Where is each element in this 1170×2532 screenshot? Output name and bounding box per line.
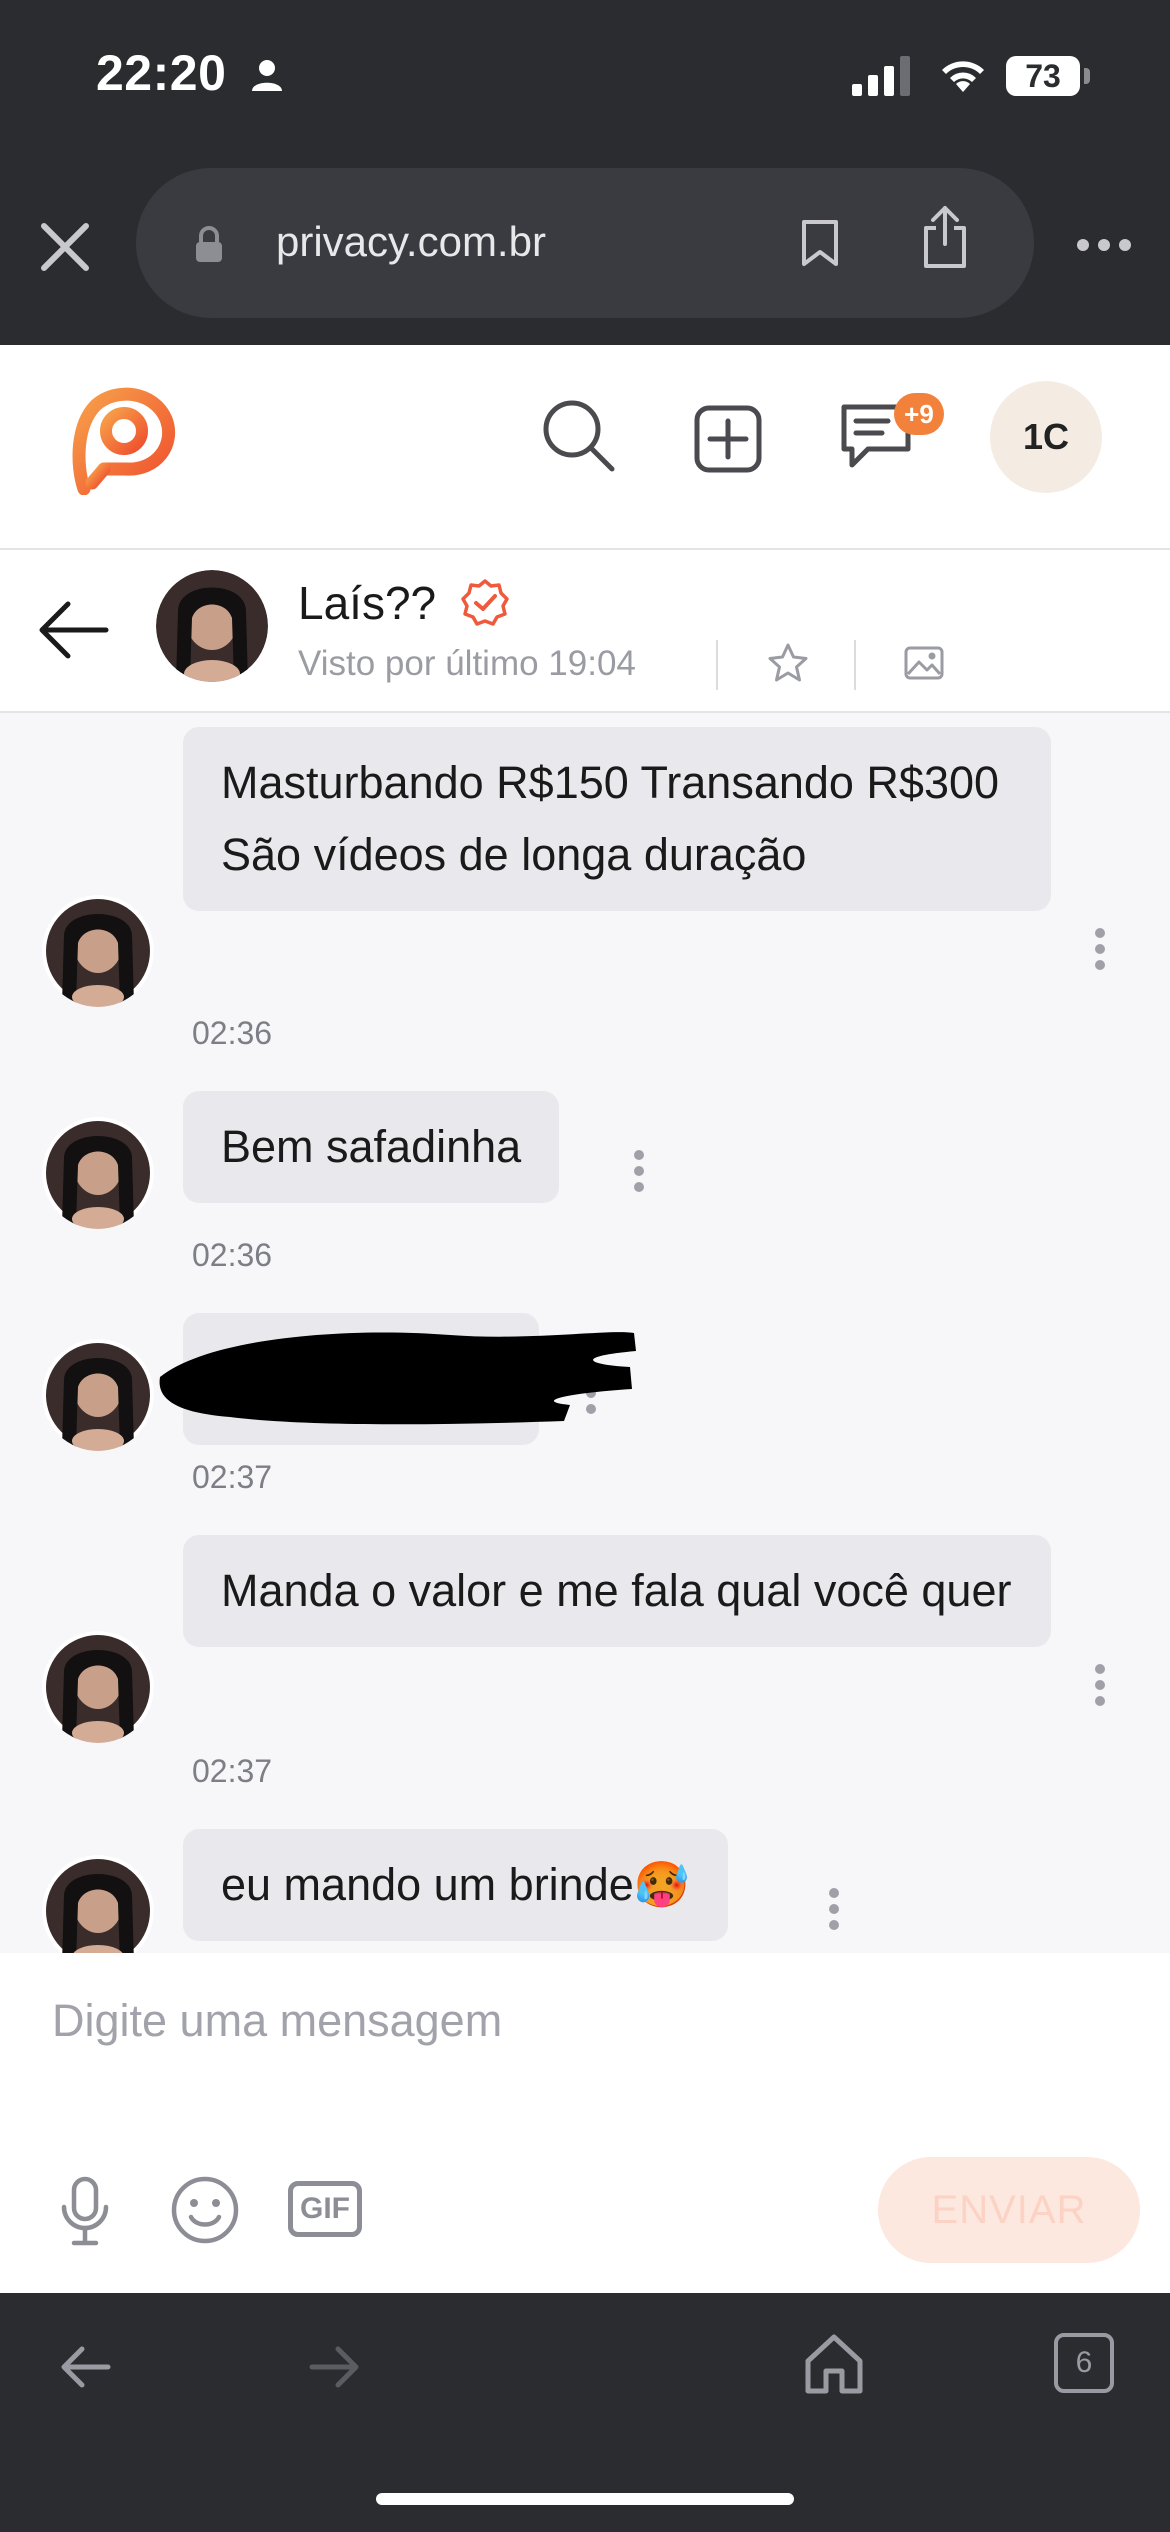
message-composer: Digite uma mensagem GIF ENVIAR (0, 1953, 1170, 2293)
favorite-star-icon[interactable] (766, 642, 810, 684)
back-arrow-icon[interactable] (36, 598, 110, 662)
message-text: eu mando um brinde🥵 (221, 1859, 690, 1910)
message-text: Manda o valor e me fala qual você quer (221, 1565, 1012, 1616)
status-time: 22:20 (96, 45, 227, 101)
message-timestamp: 02:37 (192, 1753, 273, 1789)
message-timestamp: 02:37 (192, 1459, 273, 1495)
message-options-icon[interactable] (828, 1887, 840, 1931)
message-list[interactable]: Masturbando R$150 Transando R$300 São ví… (0, 713, 1170, 1953)
verified-badge-icon (461, 579, 509, 626)
message-text: Bem safadinha (221, 1121, 522, 1172)
tabs-button[interactable]: 6 (1054, 2333, 1114, 2393)
home-indicator (376, 2493, 794, 2505)
browser-home-icon[interactable] (804, 2333, 864, 2395)
person-icon (252, 60, 282, 91)
gif-button[interactable]: GIF (288, 2181, 362, 2237)
browser-back-icon[interactable] (58, 2345, 112, 2389)
message-input[interactable]: Digite uma mensagem (52, 1995, 502, 2047)
message-text: Masturbando R$150 Transando R$300 São ví… (221, 757, 1000, 880)
message-bubble[interactable]: Bem safadinha (183, 1091, 560, 1203)
header-divider (854, 640, 856, 690)
message-avatar[interactable] (42, 1631, 154, 1743)
lock-icon (196, 226, 222, 262)
send-button[interactable]: ENVIAR (878, 2157, 1140, 2263)
media-gallery-icon[interactable] (904, 646, 944, 680)
message-avatar[interactable] (42, 895, 154, 1007)
header-divider (716, 640, 718, 690)
contact-avatar[interactable] (156, 570, 268, 682)
message-options-icon[interactable] (633, 1149, 645, 1193)
url-bar[interactable]: privacy.com.br (136, 168, 1034, 318)
add-post-icon[interactable] (694, 405, 762, 473)
app-header: +9 1C (0, 345, 1170, 548)
message-avatar[interactable] (42, 1117, 154, 1229)
redaction-scribble (159, 1332, 637, 1425)
share-icon[interactable] (920, 204, 970, 270)
chat-header: Laís?? Visto por último 19:04 (0, 548, 1170, 713)
message-options-icon[interactable] (1094, 927, 1106, 971)
message-timestamp: 02:36 (192, 1015, 273, 1051)
status-bar: 22:20 73 (0, 0, 1170, 150)
contact-name: Laís?? (298, 577, 437, 629)
bookmark-icon[interactable] (800, 218, 840, 268)
emoji-icon[interactable] (170, 2175, 240, 2245)
message-avatar[interactable] (42, 1855, 154, 1953)
messages-badge: +9 (894, 393, 944, 435)
close-icon[interactable] (38, 220, 92, 274)
more-options-icon[interactable] (1076, 238, 1132, 252)
search-icon[interactable] (540, 397, 616, 473)
browser-forward-icon[interactable] (308, 2345, 362, 2389)
message-timestamp: 02:36 (192, 1237, 273, 1273)
microphone-icon[interactable] (60, 2175, 110, 2247)
message-bubble[interactable]: eu mando um brinde🥵 (183, 1829, 728, 1941)
user-avatar[interactable]: 1C (990, 381, 1102, 493)
url-text: privacy.com.br (276, 218, 546, 265)
battery-cap (1084, 68, 1090, 84)
battery-indicator: 73 (1006, 56, 1080, 96)
last-seen-status: Visto por último 19:04 (298, 644, 636, 683)
signal-icon (852, 56, 910, 96)
browser-toolbar: privacy.com.br (0, 150, 1170, 345)
message-options-icon[interactable] (1094, 1663, 1106, 1707)
privacy-logo[interactable] (70, 385, 176, 495)
message-bubble[interactable]: Manda o valor e me fala qual você quer (183, 1535, 1051, 1647)
message-avatar[interactable] (42, 1339, 154, 1451)
browser-bottom-nav: 6 (0, 2293, 1170, 2532)
wifi-icon (942, 61, 984, 92)
message-bubble[interactable]: Masturbando R$150 Transando R$300 São ví… (183, 727, 1051, 911)
